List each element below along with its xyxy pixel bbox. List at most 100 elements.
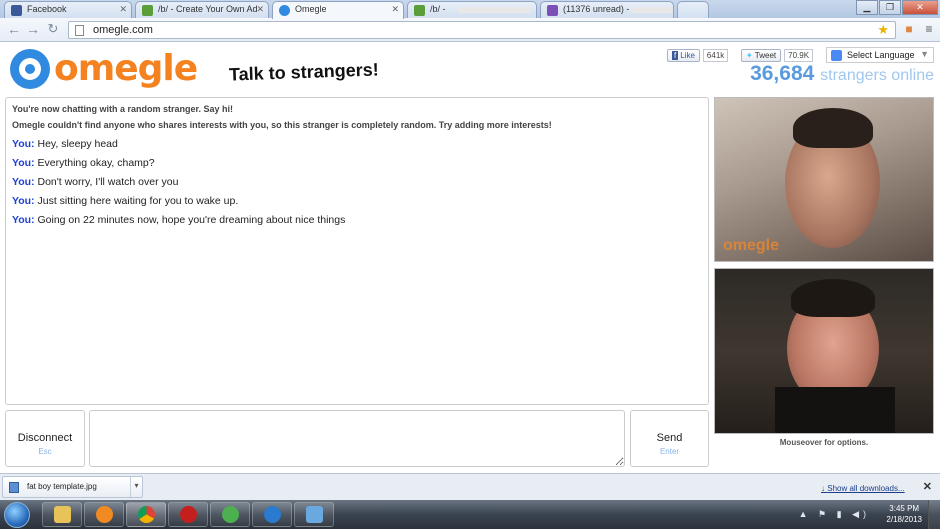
image-file-icon (9, 482, 19, 493)
online-number: 36,684 (750, 62, 815, 85)
tweet-button[interactable]: ✦ Tweet (741, 48, 782, 62)
window-controls: ▁ ❐ ✕ (855, 0, 938, 17)
chat-message: You: Don't worry, I'll watch over you (12, 176, 702, 188)
download-item[interactable]: fat boy template.jpg ▾ (2, 476, 143, 498)
language-label: Select Language (847, 50, 915, 60)
show-desktop-button[interactable] (928, 500, 940, 529)
clover-icon (142, 5, 153, 16)
pokerstars-icon (180, 506, 197, 523)
tab-omegle[interactable]: Omegle ✕ (272, 1, 404, 19)
close-tab-icon[interactable]: ✕ (256, 4, 264, 15)
disconnect-button[interactable]: Disconnect Esc (5, 410, 85, 467)
self-video[interactable] (714, 268, 934, 434)
extension-icon[interactable]: ■ (902, 22, 916, 36)
messenger-icon (222, 506, 239, 523)
facebook-like[interactable]: f Like 641k (667, 48, 729, 62)
taskbar-itunes[interactable] (252, 502, 292, 527)
message-text: Hey, sleepy head (37, 138, 118, 150)
omegle-icon (279, 5, 290, 16)
close-tab-icon[interactable]: ✕ (119, 4, 127, 15)
reload-icon[interactable]: ↻ (45, 21, 61, 37)
redacted-text (631, 6, 673, 13)
tweet-count: 70.9K (784, 48, 814, 62)
speaker-label: You: (12, 157, 35, 169)
send-button[interactable]: Send Enter (630, 410, 709, 467)
language-select[interactable]: Select Language ▼ (826, 47, 934, 63)
menu-icon[interactable]: ≡ (922, 22, 936, 36)
chat-log[interactable]: You're now chatting with a random strang… (5, 97, 709, 405)
maximize-icon[interactable]: ❐ (879, 0, 901, 15)
tab-b[interactable]: /b/ - (407, 1, 537, 18)
download-bar: fat boy template.jpg ▾ Show all download… (0, 473, 940, 500)
show-all-downloads-link[interactable]: Show all downloads... (821, 484, 904, 493)
tab-label: Facebook (27, 4, 67, 14)
taskbar-chrome[interactable] (126, 502, 166, 527)
omegle-logo-icon (10, 48, 50, 89)
close-tab-icon[interactable]: ✕ (391, 4, 399, 15)
message-text: Going on 22 minutes now, hope you're dre… (37, 214, 346, 226)
minimize-icon[interactable]: ▁ (856, 0, 878, 15)
message-text: Everything okay, champ? (37, 157, 155, 169)
like-button[interactable]: f Like (667, 48, 700, 62)
clover-icon (414, 5, 425, 16)
folder-icon (54, 506, 71, 523)
message-text: Don't worry, I'll watch over you (37, 176, 179, 188)
tab-mail[interactable]: (11376 unread) - (540, 1, 674, 18)
chevron-down-icon: ▼ (920, 49, 929, 59)
online-label: strangers online (820, 67, 934, 84)
omegle-watermark: omegle (723, 237, 780, 254)
media-player-icon (96, 506, 113, 523)
taskbar-messenger[interactable] (210, 502, 250, 527)
clock-time: 3:45 PM (889, 504, 920, 513)
facebook-f-icon: f (672, 50, 679, 60)
disconnect-shortcut: Esc (38, 447, 52, 456)
message-text: Just sitting here waiting for you to wak… (37, 195, 239, 207)
tagline: Talk to strangers! (228, 59, 380, 85)
tab-facebook[interactable]: Facebook ✕ (4, 1, 132, 18)
omegle-logo[interactable]: omegle (10, 48, 198, 89)
taskbar-paint[interactable] (294, 502, 334, 527)
facebook-icon (11, 5, 22, 16)
online-count: 36,684 strangers online (750, 62, 934, 86)
chat-message: You: Just sitting here waiting for you t… (12, 195, 702, 207)
tab-label: Omegle (295, 4, 327, 14)
twitter-bird-icon: ✦ (746, 50, 753, 60)
download-filename: fat boy template.jpg (27, 482, 97, 491)
itunes-icon (264, 506, 281, 523)
speaker-label: You: (12, 138, 35, 150)
stranger-hair (793, 108, 873, 148)
taskbar-explorer[interactable] (42, 502, 82, 527)
tab-label: (11376 unread) - (563, 4, 630, 14)
twitter-tweet[interactable]: ✦ Tweet 70.9K (741, 48, 814, 62)
redacted-text (458, 6, 531, 13)
close-download-bar-icon[interactable]: ✕ (923, 480, 932, 493)
tab-create-ad[interactable]: /b/ - Create Your Own Ad ✕ (135, 1, 269, 18)
forward-icon[interactable]: → (25, 21, 41, 37)
browser-tab-strip: Facebook ✕ /b/ - Create Your Own Ad ✕ Om… (0, 0, 940, 19)
clock[interactable]: 3:45 PM 2/18/2013 (886, 503, 922, 525)
address-bar[interactable]: omegle.com ★ (68, 21, 896, 39)
message-input[interactable] (89, 410, 625, 467)
like-count: 641k (702, 48, 729, 62)
tab-label: /b/ - Create Your Own Ad (158, 4, 258, 14)
disconnect-label: Disconnect (17, 432, 73, 444)
google-translate-icon (831, 50, 842, 61)
system-tray[interactable]: ▲ ⚑ ▮ ◀) (799, 509, 870, 520)
video-options-hint: Mouseover for options. (779, 438, 869, 447)
back-icon[interactable]: ← (6, 21, 22, 37)
chat-message: You: Everything okay, champ? (12, 157, 702, 169)
taskbar-media-player[interactable] (84, 502, 124, 527)
bookmark-star-icon[interactable]: ★ (877, 22, 889, 38)
windows-taskbar: ▲ ⚑ ▮ ◀) 3:45 PM 2/18/2013 (0, 500, 940, 529)
taskbar-pokerstars[interactable] (168, 502, 208, 527)
speaker-label: You: (12, 176, 35, 188)
start-button[interactable] (4, 502, 30, 528)
stranger-video[interactable]: omegle (714, 97, 934, 262)
close-window-icon[interactable]: ✕ (902, 0, 938, 15)
new-tab-button[interactable] (677, 1, 709, 18)
system-message: You're now chatting with a random strang… (12, 104, 234, 114)
chevron-down-icon[interactable]: ▾ (130, 477, 142, 497)
speaker-label: You: (12, 214, 35, 226)
self-hair (791, 279, 875, 317)
chat-message: You: Going on 22 minutes now, hope you'r… (12, 214, 702, 226)
